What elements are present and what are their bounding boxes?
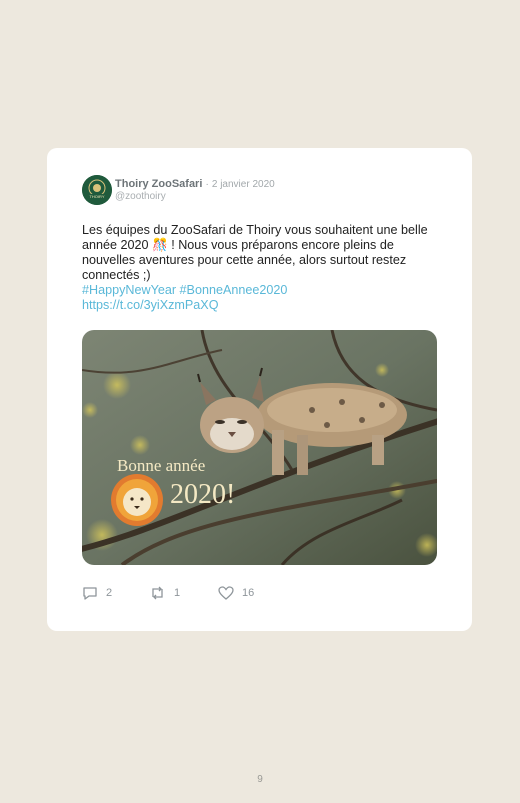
tweet-card: THOIRY Thoiry ZooSafari · 2 janvier 2020… [47, 148, 472, 631]
author-line: Thoiry ZooSafari · 2 janvier 2020 [115, 178, 275, 190]
lynx-photo: Bonne année 2020! [82, 330, 437, 565]
heart-icon[interactable] [218, 586, 234, 600]
author-avatar[interactable]: THOIRY [82, 175, 112, 205]
like-count: 16 [242, 587, 255, 599]
author-name[interactable]: Thoiry ZooSafari [115, 178, 202, 190]
reply-count: 2 [106, 587, 113, 599]
page-number: 9 [257, 774, 263, 785]
tweet-date[interactable]: 2 janvier 2020 [212, 179, 275, 190]
tweet-body: Les équipes du ZooSafari de Thoiry vous … [82, 223, 428, 282]
lion-logo-icon [111, 474, 163, 526]
retweet-count: 1 [174, 587, 181, 599]
reply-icon[interactable] [82, 586, 98, 600]
retweet-icon[interactable] [149, 586, 166, 600]
svg-text:THOIRY: THOIRY [89, 194, 104, 199]
reply-action[interactable]: 2 [82, 586, 112, 600]
date-separator: · [205, 179, 209, 190]
tweet-hashtags[interactable]: #HappyNewYear #BonneAnnee2020 [82, 283, 432, 298]
greeting-line-1: Bonne année [117, 456, 205, 475]
greeting-line-2: 2020! [170, 479, 235, 510]
tweet-text: Les équipes du ZooSafari de Thoiry vous … [82, 223, 432, 313]
author-handle[interactable]: @zoothoiry [115, 191, 166, 202]
zoo-logo-icon: THOIRY [82, 175, 112, 205]
tweet-link[interactable]: https://t.co/3yiXzmPaXQ [82, 298, 432, 313]
tweet-image[interactable]: Bonne année 2020! [82, 330, 437, 565]
like-action[interactable]: 16 [218, 586, 254, 600]
retweet-action[interactable]: 1 [149, 586, 180, 600]
